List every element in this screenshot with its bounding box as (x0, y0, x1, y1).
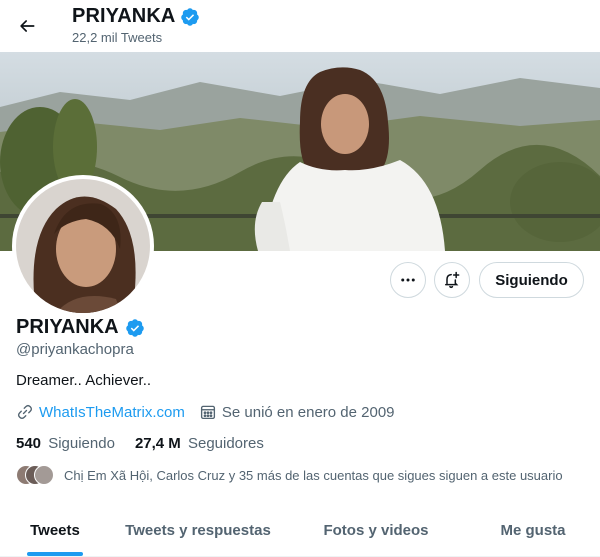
mini-avatar (34, 465, 54, 485)
avatar-image (16, 179, 150, 313)
website-link[interactable]: WhatIsTheMatrix.com (39, 404, 185, 421)
notifications-button[interactable] (434, 262, 470, 298)
profile-name: PRIYANKA (16, 316, 119, 338)
more-icon (401, 278, 415, 282)
website-item: WhatIsTheMatrix.com (16, 403, 185, 421)
followers-label: Seguidores (187, 435, 264, 452)
tab-likes[interactable]: Me gusta (466, 505, 600, 556)
link-icon (17, 404, 33, 420)
tab-label: Tweets y respuestas (125, 522, 271, 539)
followers-count: 27,4 M (134, 435, 181, 452)
active-tab-indicator (27, 552, 83, 556)
followers-stat[interactable]: 27,4 M Seguidores (135, 435, 264, 452)
profile-name-row: PRIYANKA (16, 316, 145, 339)
back-arrow-icon (20, 20, 35, 32)
profile-tabs: Tweets Tweets y respuestas Fotos y video… (0, 505, 600, 557)
followers-you-know-text: Chị Em Xã Hội, Carlos Cruz y 35 más de l… (64, 467, 563, 483)
joined-item: Se unió en enero de 2009 (199, 403, 395, 421)
notification-bell-icon (445, 271, 460, 289)
header-name-row: PRIYANKA (72, 5, 200, 28)
tab-label: Me gusta (500, 522, 566, 539)
tweet-count: 22,2 mil Tweets (72, 30, 163, 45)
tab-tweets-replies[interactable]: Tweets y respuestas (110, 505, 286, 556)
followers-you-know[interactable]: Chị Em Xã Hội, Carlos Cruz y 35 más de l… (16, 465, 563, 485)
more-button[interactable] (390, 262, 426, 298)
tab-label: Tweets (30, 522, 80, 539)
follow-stats: 540 Siguiendo 27,4 M Seguidores (16, 435, 284, 452)
header-name: PRIYANKA (72, 5, 176, 27)
calendar-icon (200, 405, 215, 420)
profile-meta: WhatIsTheMatrix.com Se unió en enero de … (16, 403, 409, 421)
tab-media[interactable]: Fotos y videos (286, 505, 466, 556)
profile-bio: Dreamer.. Achiever.. (16, 372, 152, 389)
verified-badge-icon (181, 7, 200, 26)
profile-handle: @priyankachopra (16, 341, 134, 358)
header-titles: PRIYANKA 22,2 mil Tweets (72, 5, 200, 45)
following-count: 540 (16, 435, 42, 452)
avatar-photo (16, 179, 150, 313)
profile-avatar[interactable] (12, 175, 154, 317)
joined-date: Se unió en enero de 2009 (221, 403, 395, 421)
tab-tweets[interactable]: Tweets (0, 505, 110, 556)
following-stat[interactable]: 540 Siguiendo (16, 435, 115, 452)
verified-badge-icon (125, 318, 144, 337)
tab-label: Fotos y videos (323, 522, 429, 539)
top-header: PRIYANKA 22,2 mil Tweets (0, 0, 600, 52)
back-button[interactable] (10, 9, 44, 43)
following-label: Siguiendo (48, 435, 115, 452)
following-button[interactable]: Siguiendo (479, 262, 584, 298)
mini-avatars (16, 465, 56, 485)
